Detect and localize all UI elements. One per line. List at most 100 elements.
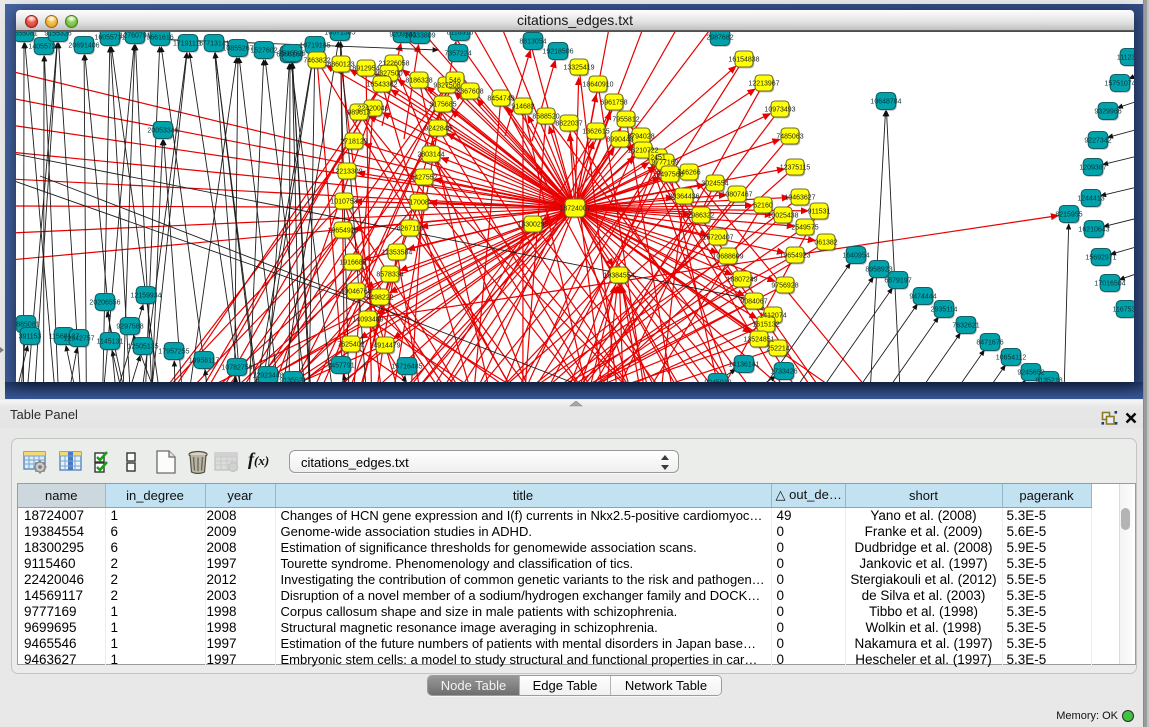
svg-text:10648784: 10648784	[870, 99, 901, 106]
svg-text:17008: 17008	[409, 200, 429, 207]
svg-text:1244413: 1244413	[1077, 196, 1104, 203]
svg-text:7485063: 7485063	[776, 134, 803, 141]
svg-text:14136141: 14136141	[728, 362, 759, 369]
svg-text:989613: 989613	[347, 110, 370, 117]
svg-text:16543362: 16543362	[366, 82, 397, 89]
svg-text:20053346: 20053346	[147, 128, 178, 135]
svg-text:9329966: 9329966	[1094, 109, 1121, 116]
svg-text:8578334: 8578334	[376, 272, 403, 279]
svg-text:7632621: 7632621	[952, 323, 979, 330]
svg-text:391153: 391153	[19, 334, 42, 341]
svg-text:1885081: 1885081	[16, 322, 40, 329]
svg-text:10855267: 10855267	[222, 46, 253, 53]
svg-text:1362615: 1362615	[582, 129, 609, 136]
svg-text:9498222: 9498222	[366, 295, 393, 302]
svg-text:8186328: 8186328	[405, 78, 432, 85]
svg-text:12505135: 12505135	[127, 344, 158, 351]
svg-text:252214: 252214	[766, 346, 789, 353]
svg-text:20206556: 20206556	[89, 300, 120, 307]
svg-text:8471676: 8471676	[976, 340, 1003, 347]
svg-text:1167533: 1167533	[1113, 307, 1134, 314]
svg-text:9777169: 9777169	[651, 160, 678, 167]
svg-text:19463627: 19463627	[784, 195, 815, 202]
svg-text:746266: 746266	[677, 170, 700, 177]
svg-text:16154838: 16154838	[728, 57, 759, 64]
svg-text:1112383: 1112383	[1117, 55, 1134, 62]
svg-text:15692971: 15692971	[1085, 255, 1116, 262]
svg-text:18724007: 18724007	[559, 206, 590, 213]
svg-text:19958117: 19958117	[189, 358, 220, 365]
svg-text:8588520: 8588520	[532, 114, 559, 121]
svg-text:10688609: 10688609	[712, 254, 743, 261]
svg-text:2986322: 2986322	[687, 213, 714, 220]
svg-text:9227342: 9227342	[1084, 138, 1111, 145]
svg-text:21226058: 21226058	[378, 61, 409, 68]
svg-text:19384554: 19384554	[603, 273, 634, 280]
svg-text:10671385: 10671385	[324, 32, 355, 37]
svg-text:2803144: 2803144	[417, 152, 444, 159]
svg-text:14914479: 14914479	[369, 343, 400, 350]
svg-text:9661616: 9661616	[146, 35, 173, 42]
svg-text:62160: 62160	[753, 203, 773, 210]
svg-text:1145131: 1145131	[97, 339, 124, 346]
svg-text:9297588: 9297588	[116, 324, 143, 331]
svg-text:8822037: 8822037	[555, 121, 582, 128]
svg-text:18300295: 18300295	[517, 222, 548, 229]
svg-text:17957255: 17957255	[158, 349, 189, 356]
svg-text:7515526: 7515526	[278, 51, 305, 58]
svg-text:20691406: 20691406	[68, 43, 99, 50]
svg-text:2987682: 2987682	[706, 35, 733, 42]
svg-text:9427552: 9427552	[410, 175, 437, 182]
svg-text:16210643: 16210643	[1078, 227, 1109, 234]
svg-text:9242848: 9242848	[424, 126, 451, 133]
svg-text:1916682: 1916682	[339, 260, 366, 267]
svg-text:17016504: 17016504	[1094, 281, 1125, 288]
svg-text:13325419: 13325419	[563, 65, 594, 72]
svg-text:9135521: 9135521	[279, 378, 306, 383]
svg-text:13524851: 13524851	[743, 337, 774, 344]
svg-text:2935114: 2935114	[931, 307, 958, 314]
svg-text:12375115: 12375115	[780, 165, 811, 172]
svg-text:8454749: 8454749	[487, 96, 514, 103]
svg-text:3175685: 3175685	[429, 102, 456, 109]
svg-text:9084067: 9084067	[740, 299, 767, 306]
svg-text:1640954: 1640954	[842, 253, 869, 260]
svg-text:2718129: 2718129	[340, 139, 367, 146]
svg-text:7955812: 7955812	[612, 117, 639, 124]
svg-text:20364436: 20364436	[668, 194, 699, 201]
svg-text:9155326: 9155326	[44, 32, 71, 38]
svg-text:1855081: 1855081	[16, 32, 38, 38]
svg-text:10033809: 10033809	[404, 33, 435, 40]
svg-text:9245652: 9245652	[1017, 370, 1044, 377]
svg-text:8267110: 8267110	[397, 226, 424, 233]
svg-text:2367608: 2367608	[456, 89, 483, 96]
svg-text:6961758: 6961758	[600, 100, 627, 107]
svg-text:14093489: 14093489	[352, 317, 383, 324]
svg-text:8860123: 8860123	[327, 62, 354, 69]
svg-text:9135218: 9135218	[1035, 378, 1062, 383]
svg-text:14055721: 14055721	[28, 44, 59, 51]
svg-text:10973493: 10973493	[764, 107, 795, 114]
svg-text:8813054: 8813054	[519, 39, 546, 46]
svg-text:9756928: 9756928	[771, 283, 798, 290]
svg-text:19218506: 19218506	[542, 49, 573, 56]
svg-text:1010753: 1010753	[330, 199, 357, 206]
svg-text:12213967: 12213967	[748, 81, 779, 88]
svg-text:8118316: 8118316	[447, 32, 474, 37]
svg-text:10025438: 10025438	[767, 213, 798, 220]
svg-text:16210722: 16210722	[627, 148, 658, 155]
svg-text:2549575: 2549575	[791, 225, 818, 232]
svg-text:6794028: 6794028	[627, 134, 654, 141]
svg-text:8958923: 8958923	[865, 267, 892, 274]
svg-text:19654923: 19654923	[779, 253, 810, 260]
svg-text:914682: 914682	[511, 104, 534, 111]
svg-text:1209387: 1209387	[1079, 165, 1106, 172]
svg-text:911531: 911531	[808, 209, 831, 216]
svg-text:18807249: 18807249	[726, 277, 757, 284]
svg-text:9327500: 9327500	[375, 71, 402, 78]
svg-text:12159934: 12159934	[130, 293, 161, 300]
svg-text:9457791: 9457791	[327, 363, 354, 370]
svg-text:9474444: 9474444	[909, 294, 936, 301]
svg-text:7625402: 7625402	[337, 342, 364, 349]
svg-text:1412074: 1412074	[759, 313, 786, 320]
